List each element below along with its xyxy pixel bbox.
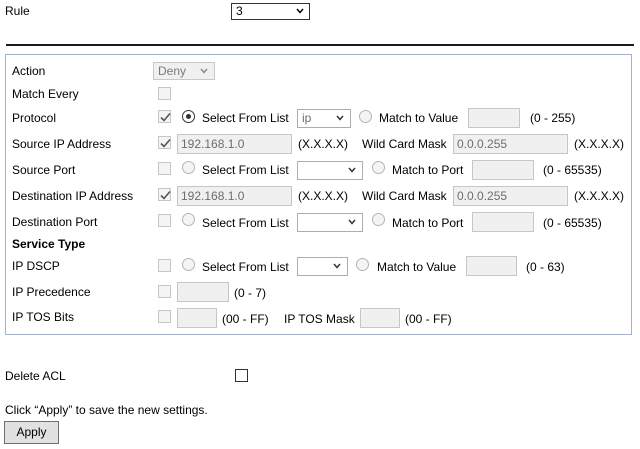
delete-acl-checkbox[interactable] xyxy=(235,369,248,382)
protocol-checkbox[interactable] xyxy=(158,110,171,123)
ip-tos-mask-input[interactable] xyxy=(360,308,400,328)
ip-dscp-range: (0 - 63) xyxy=(526,260,565,274)
apply-button[interactable]: Apply xyxy=(4,421,59,444)
protocol-list-select[interactable]: ip xyxy=(297,109,351,128)
service-type-heading: Service Type xyxy=(12,237,86,251)
source-port-select-list-label: Select From List xyxy=(202,163,289,177)
ip-dscp-checkbox[interactable] xyxy=(158,259,171,272)
source-port-checkbox[interactable] xyxy=(158,162,171,175)
dest-port-select-list-label: Select From List xyxy=(202,216,289,230)
action-select[interactable]: Deny xyxy=(153,62,215,80)
dest-ip-input[interactable]: 192.168.1.0 xyxy=(177,186,292,206)
ip-tos-label: IP TOS Bits xyxy=(12,310,75,324)
dest-wildcard-input[interactable]: 0.0.0.255 xyxy=(453,186,568,206)
source-port-list-select[interactable] xyxy=(297,161,363,180)
ip-dscp-value-input[interactable] xyxy=(466,256,517,276)
source-wildcard-input[interactable]: 0.0.0.255 xyxy=(453,134,568,154)
source-port-match-label: Match to Port xyxy=(392,163,464,177)
source-ip-format: (X.X.X.X) xyxy=(298,137,349,151)
chevron-down-icon xyxy=(333,263,341,269)
ip-dscp-select-list-label: Select From List xyxy=(202,260,289,274)
source-wildcard-label: Wild Card Mask xyxy=(362,137,447,151)
ip-tos-input[interactable] xyxy=(177,308,217,328)
ip-tos-mask-range: (00 - FF) xyxy=(405,312,452,326)
match-every-checkbox[interactable] xyxy=(158,87,171,100)
chevron-down-icon xyxy=(348,219,356,225)
rule-select-value: 3 xyxy=(236,4,243,18)
action-label: Action xyxy=(12,64,46,78)
ip-precedence-checkbox[interactable] xyxy=(158,285,171,298)
dest-port-range: (0 - 65535) xyxy=(543,216,602,230)
ip-dscp-match-value-radio[interactable] xyxy=(356,258,369,271)
dest-port-match-radio[interactable] xyxy=(372,213,385,226)
checkmark-icon xyxy=(160,112,171,122)
action-select-value: Deny xyxy=(158,64,187,78)
checkmark-icon xyxy=(160,138,171,148)
ip-dscp-select-list-radio[interactable] xyxy=(182,258,195,271)
source-ip-checkbox[interactable] xyxy=(158,136,171,149)
ip-precedence-label: IP Precedence xyxy=(12,285,91,299)
dest-port-input[interactable] xyxy=(472,212,534,232)
protocol-match-value-label: Match to Value xyxy=(379,111,459,125)
rule-label: Rule xyxy=(5,4,30,18)
match-every-label: Match Every xyxy=(12,87,79,101)
protocol-select-list-radio[interactable] xyxy=(182,110,195,123)
delete-acl-label: Delete ACL xyxy=(5,369,66,383)
ip-tos-checkbox[interactable] xyxy=(158,310,171,323)
source-ip-input[interactable]: 192.168.1.0 xyxy=(177,134,292,154)
dest-port-select-list-radio[interactable] xyxy=(182,213,195,226)
dest-ip-format: (X.X.X.X) xyxy=(298,189,349,203)
dest-ip-label: Destination IP Address xyxy=(12,189,134,203)
dest-port-checkbox[interactable] xyxy=(158,214,171,227)
dest-port-list-select[interactable] xyxy=(297,213,363,232)
ip-tos-range: (00 - FF) xyxy=(222,312,269,326)
ip-precedence-range: (0 - 7) xyxy=(234,286,267,300)
ip-tos-mask-label: IP TOS Mask xyxy=(284,312,355,326)
protocol-match-value-radio[interactable] xyxy=(359,110,372,123)
ip-precedence-input[interactable] xyxy=(177,282,229,302)
source-port-match-radio[interactable] xyxy=(372,161,385,174)
dest-wildcard-format: (X.X.X.X) xyxy=(574,189,625,203)
apply-note: Click “Apply” to save the new settings. xyxy=(5,403,208,417)
protocol-range: (0 - 255) xyxy=(530,111,576,125)
source-wildcard-format: (X.X.X.X) xyxy=(574,137,625,151)
dest-ip-checkbox[interactable] xyxy=(158,188,171,201)
ip-dscp-label: IP DSCP xyxy=(12,259,60,273)
protocol-list-value: ip xyxy=(302,111,312,125)
rule-select[interactable]: 3 xyxy=(231,3,310,20)
dest-wildcard-label: Wild Card Mask xyxy=(362,189,447,203)
ip-dscp-match-value-label: Match to Value xyxy=(377,260,457,274)
chevron-down-icon xyxy=(200,68,208,74)
protocol-select-list-label: Select From List xyxy=(202,111,289,125)
checkmark-icon xyxy=(160,190,171,200)
source-port-input[interactable] xyxy=(472,160,534,180)
protocol-value-input[interactable] xyxy=(468,108,520,128)
source-ip-label: Source IP Address xyxy=(12,137,112,151)
ip-dscp-list-select[interactable] xyxy=(297,257,348,276)
chevron-down-icon xyxy=(336,115,344,121)
dest-port-match-label: Match to Port xyxy=(392,216,464,230)
divider xyxy=(6,44,634,46)
protocol-label: Protocol xyxy=(12,111,57,125)
source-port-range: (0 - 65535) xyxy=(543,163,602,177)
source-port-select-list-radio[interactable] xyxy=(182,161,195,174)
chevron-down-icon xyxy=(348,167,356,173)
dest-port-label: Destination Port xyxy=(12,215,98,229)
chevron-down-icon xyxy=(296,8,304,14)
source-port-label: Source Port xyxy=(12,163,76,177)
